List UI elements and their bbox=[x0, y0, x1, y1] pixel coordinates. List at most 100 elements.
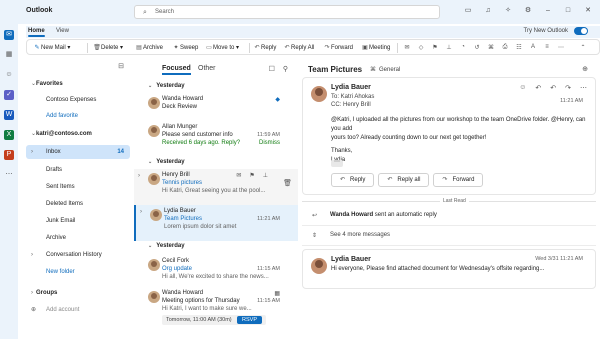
collapse-pane-icon[interactable]: ⊟ bbox=[118, 62, 124, 70]
reply-icon[interactable]: ↶ bbox=[535, 84, 541, 92]
list-item[interactable]: Allan Munger Please send customer info 1… bbox=[134, 121, 298, 157]
forward-button[interactable]: ↷Forward bbox=[433, 173, 484, 187]
try-new-outlook-toggle[interactable] bbox=[574, 27, 588, 35]
forward-icon[interactable]: ↷ bbox=[565, 84, 571, 92]
reply-all-icon[interactable]: ↶ bbox=[550, 84, 556, 92]
reply-button[interactable]: ↶Reply bbox=[253, 44, 276, 51]
people-icon[interactable]: ☺ bbox=[4, 70, 14, 80]
rsvp-button[interactable]: RSVP bbox=[237, 316, 262, 324]
flag-icon[interactable]: ⚑ bbox=[431, 44, 439, 51]
reply-button[interactable]: ↶Reply bbox=[331, 173, 375, 187]
auto-reply-row[interactable]: ↩ Wanda Howard sent an automatic reply bbox=[302, 206, 596, 226]
list-item[interactable]: Wanda Howard Meeting options for Thursda… bbox=[134, 287, 298, 337]
pin-icon[interactable]: ⊥ bbox=[445, 44, 453, 51]
emoji-icon[interactable]: ☺ bbox=[519, 84, 526, 92]
see-more-messages[interactable]: ⇕ See 4 more messages bbox=[302, 228, 596, 246]
minimize-icon[interactable]: – bbox=[544, 7, 552, 15]
immersive-reader-icon[interactable]: ≡ bbox=[543, 44, 551, 50]
delete-button[interactable]: 🗑Delete ▾ bbox=[93, 44, 123, 51]
tab-other[interactable]: Other bbox=[198, 65, 216, 72]
pop-out-icon[interactable]: ⊕ bbox=[582, 65, 588, 73]
folder-sent-items[interactable]: Sent Items bbox=[26, 180, 130, 194]
chevron-right-icon[interactable]: › bbox=[138, 173, 140, 179]
tab-home[interactable]: Home bbox=[28, 28, 45, 37]
filter-icon[interactable]: ⚲ bbox=[283, 65, 288, 73]
new-folder-label: New folder bbox=[46, 269, 75, 275]
folder-drafts[interactable]: Drafts bbox=[26, 163, 130, 177]
new-mail-button[interactable]: ✎New Mail ▾ bbox=[33, 44, 70, 51]
more-options-icon[interactable]: ⋯ bbox=[557, 44, 565, 51]
snooze-icon[interactable]: ◔ bbox=[459, 44, 467, 50]
mark-read-icon[interactable]: ✉ bbox=[236, 172, 241, 179]
folder-label: Junk Email bbox=[46, 218, 76, 224]
list-item[interactable]: Cecil Fork Org update 11:15 AM Hi all, W… bbox=[134, 255, 298, 291]
trash-icon[interactable]: 🗑 bbox=[283, 179, 292, 187]
translate-icon[interactable]: A bbox=[529, 44, 537, 50]
pin-icon[interactable]: ◆ bbox=[275, 96, 280, 103]
powerpoint-icon[interactable]: P bbox=[4, 150, 14, 160]
folder-contoso-expenses[interactable]: Contoso Expenses bbox=[26, 93, 130, 107]
folder-label: Contoso Expenses bbox=[46, 97, 97, 103]
forward-button[interactable]: ↷Forward bbox=[323, 44, 353, 51]
list-item[interactable]: › Lydia Bauer Team Pictures 11:21 AM Lor… bbox=[134, 205, 298, 241]
add-account-link[interactable]: ⊕ Add account bbox=[26, 303, 130, 317]
flag-icon[interactable]: ⚑ bbox=[249, 172, 254, 179]
search-box[interactable]: ⌕ Search bbox=[134, 5, 440, 19]
reply-all-label: Reply All bbox=[291, 45, 315, 51]
groups-header[interactable]: › Groups bbox=[26, 286, 130, 300]
mail-icon[interactable]: ✉ bbox=[4, 30, 14, 40]
message-card[interactable]: Lydia Bauer Wed 3/31 11:21 AM Hi everyon… bbox=[302, 249, 596, 289]
close-icon[interactable]: ✕ bbox=[584, 7, 592, 15]
maximize-icon[interactable]: □ bbox=[564, 7, 572, 15]
reply-all-button[interactable]: ↶Reply All bbox=[283, 44, 314, 51]
list-item[interactable]: › Henry Brill Tennis pictures Hi Katri, … bbox=[134, 169, 298, 205]
group-header[interactable]: ⌄ Yesterday bbox=[148, 159, 185, 165]
meeting-button[interactable]: ▣Meeting bbox=[361, 44, 390, 51]
bell-icon[interactable]: ♫ bbox=[484, 7, 492, 15]
read-unread-icon[interactable]: ✉ bbox=[403, 44, 411, 51]
group-header[interactable]: ⌄ Yesterday bbox=[148, 243, 185, 249]
select-icon[interactable]: ☐ bbox=[269, 65, 275, 73]
show-more-button[interactable]: ⋯ bbox=[331, 159, 343, 167]
more-options-icon[interactable]: ⋯ bbox=[580, 84, 587, 92]
divider bbox=[397, 43, 398, 53]
meeting-label: Meeting bbox=[369, 45, 391, 51]
folder-conversation-history[interactable]: › Conversation History bbox=[26, 248, 130, 262]
calendar-icon[interactable]: ▦ bbox=[4, 50, 14, 60]
pin-icon[interactable]: ⊥ bbox=[263, 172, 268, 179]
meet-now-icon[interactable]: ▭ bbox=[464, 7, 472, 15]
folder-junk-email[interactable]: Junk Email bbox=[26, 214, 130, 228]
tab-focused[interactable]: Focused bbox=[162, 65, 191, 75]
more-apps-icon[interactable]: ⋯ bbox=[4, 170, 14, 180]
settings-icon[interactable]: ⚙ bbox=[524, 7, 532, 15]
avatar bbox=[148, 173, 160, 185]
move-to-button[interactable]: ▭Move to ▾ bbox=[205, 44, 239, 51]
tag-icon[interactable]: ⌘ bbox=[487, 44, 495, 51]
folder-pane: ⊟ ⌄ Favorites Contoso Expenses Add favori… bbox=[26, 57, 130, 337]
dismiss-link[interactable]: Dismiss bbox=[259, 140, 280, 146]
tips-icon[interactable]: ✧ bbox=[504, 7, 512, 15]
chevron-right-icon[interactable]: › bbox=[140, 209, 142, 215]
reply-all-button[interactable]: ↶ Reply all bbox=[378, 173, 430, 187]
group-header[interactable]: ⌄ Yesterday bbox=[148, 83, 185, 89]
categorize-icon[interactable]: ◇ bbox=[417, 44, 425, 51]
excel-icon[interactable]: X bbox=[4, 130, 14, 140]
undo-icon[interactable]: ↺ bbox=[473, 44, 481, 51]
new-folder-link[interactable]: New folder bbox=[26, 265, 130, 279]
print-icon[interactable]: ⎙ bbox=[501, 44, 509, 51]
tab-view[interactable]: View bbox=[56, 28, 69, 34]
todo-icon[interactable]: ✓ bbox=[4, 90, 14, 100]
word-icon[interactable]: W bbox=[4, 110, 14, 120]
archive-button[interactable]: ▤Archive bbox=[135, 44, 163, 51]
favorites-header[interactable]: ⌄ Favorites bbox=[26, 77, 130, 91]
rules-icon[interactable]: ☷ bbox=[515, 44, 523, 51]
folder-deleted-items[interactable]: Deleted Items bbox=[26, 197, 130, 211]
add-favorite-link[interactable]: Add favorite bbox=[26, 109, 130, 123]
account-header[interactable]: ⌄ katri@contoso.com bbox=[26, 127, 130, 141]
folder-inbox[interactable]: › Inbox 14 bbox=[26, 145, 130, 159]
sweep-button[interactable]: ✦Sweep bbox=[172, 44, 198, 51]
channel-tag[interactable]: ⌘ General bbox=[370, 66, 400, 73]
folder-archive[interactable]: Archive bbox=[26, 231, 130, 245]
folder-label: Drafts bbox=[46, 167, 63, 173]
collapse-ribbon-icon[interactable]: ⌃ bbox=[579, 44, 587, 51]
